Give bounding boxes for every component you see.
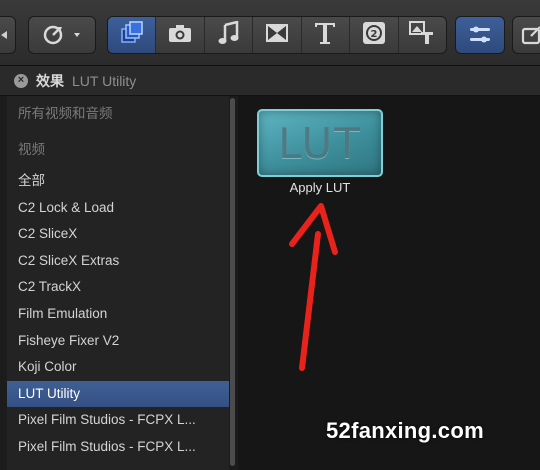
red-arrow-annotation — [289, 203, 338, 371]
watermark: 52fanxing.com — [326, 418, 484, 443]
effects-browser-window: 2 × 效果 LUT Utility 所有视频和音频 视频 全部 C2 Lock… — [0, 0, 540, 470]
